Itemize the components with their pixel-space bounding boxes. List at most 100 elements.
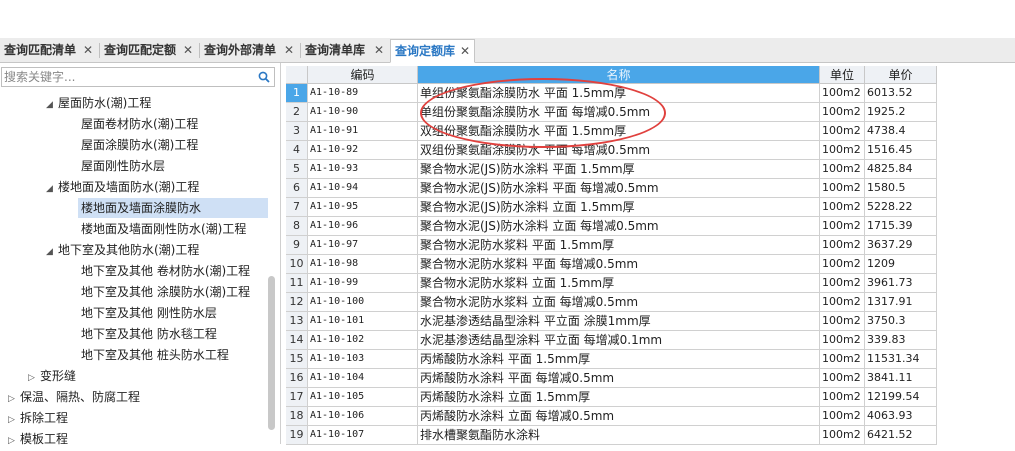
table-cell-code[interactable]: A1-10-101 [308, 312, 418, 331]
table-cell-no[interactable]: 2 [286, 103, 308, 122]
table-cell-code[interactable]: A1-10-106 [308, 407, 418, 426]
collapsed-arrow-icon[interactable]: ▷ [8, 431, 20, 451]
table-cell-price[interactable]: 6421.52 [865, 426, 937, 445]
tree-node-floor-wall-rigid[interactable]: 楼地面及墙面刚性防水(潮)工程 [81, 219, 246, 239]
table-cell-unit[interactable]: 100m2 [820, 426, 865, 445]
table-cell-price[interactable]: 11531.34 [865, 350, 937, 369]
close-icon[interactable]: ✕ [284, 39, 294, 62]
table-cell-unit[interactable]: 100m2 [820, 141, 865, 160]
tab-bill-library[interactable]: 查询清单库 ✕ [301, 39, 388, 62]
collapsed-arrow-icon[interactable]: ▷ [8, 389, 20, 409]
table-cell-name[interactable]: 丙烯酸防水涂料 平面 每增减0.5mm [418, 369, 820, 388]
table-cell-unit[interactable]: 100m2 [820, 369, 865, 388]
table-cell-code[interactable]: A1-10-97 [308, 236, 418, 255]
table-cell-price[interactable]: 3841.11 [865, 369, 937, 388]
table-cell-unit[interactable]: 100m2 [820, 198, 865, 217]
close-icon[interactable]: ✕ [183, 39, 193, 62]
tree-node-floor-wall-waterproof[interactable]: ◢ 楼地面及墙面防水(潮)工程 [46, 177, 199, 197]
table-cell-code[interactable]: A1-10-99 [308, 274, 418, 293]
table-cell-no[interactable]: 12 [286, 293, 308, 312]
table-cell-price[interactable]: 3637.29 [865, 236, 937, 255]
table-cell-name[interactable]: 丙烯酸防水涂料 立面 1.5mm厚 [418, 388, 820, 407]
table-cell-code[interactable]: A1-10-90 [308, 103, 418, 122]
table-cell-code[interactable]: A1-10-100 [308, 293, 418, 312]
table-cell-unit[interactable]: 100m2 [820, 255, 865, 274]
table-cell-name[interactable]: 排水槽聚氨酯防水涂料 [418, 426, 820, 445]
table-cell-name[interactable]: 丙烯酸防水涂料 立面 每增减0.5mm [418, 407, 820, 426]
collapsed-arrow-icon[interactable]: ▷ [28, 368, 40, 388]
search-input[interactable] [2, 68, 244, 85]
table-cell-price[interactable]: 6013.52 [865, 84, 937, 103]
table-cell-name[interactable]: 聚合物水泥防水浆料 立面 每增减0.5mm [418, 293, 820, 312]
table-cell-name[interactable]: 聚合物水泥(JS)防水涂料 平面 每增减0.5mm [418, 179, 820, 198]
column-header-code[interactable]: 编码 [308, 66, 418, 84]
table-cell-code[interactable]: A1-10-94 [308, 179, 418, 198]
tree-node-roof-waterproof[interactable]: ◢ 屋面防水(潮)工程 [46, 93, 151, 113]
table-cell-unit[interactable]: 100m2 [820, 312, 865, 331]
table-cell-price[interactable]: 1317.91 [865, 293, 937, 312]
table-cell-name[interactable]: 丙烯酸防水涂料 平面 1.5mm厚 [418, 350, 820, 369]
table-cell-no[interactable]: 18 [286, 407, 308, 426]
table-cell-unit[interactable]: 100m2 [820, 236, 865, 255]
close-icon[interactable]: ✕ [460, 40, 470, 63]
table-cell-name[interactable]: 水泥基渗透结晶型涂料 平立面 涂膜1mm厚 [418, 312, 820, 331]
table-cell-name[interactable]: 双组份聚氨酯涂膜防水 平面 每增减0.5mm [418, 141, 820, 160]
table-cell-unit[interactable]: 100m2 [820, 331, 865, 350]
tree-node-roof-rigid[interactable]: 屋面刚性防水层 [81, 156, 165, 176]
column-header-price[interactable]: 单价 [865, 66, 937, 84]
table-cell-no[interactable]: 19 [286, 426, 308, 445]
table-cell-no[interactable]: 13 [286, 312, 308, 331]
tree-node-basement-rigid[interactable]: 地下室及其他 刚性防水层 [81, 303, 217, 323]
tree-node-basement-waterproof[interactable]: ◢ 地下室及其他防水(潮)工程 [46, 240, 199, 260]
expanded-arrow-icon[interactable]: ◢ [46, 179, 58, 199]
table-cell-name[interactable]: 水泥基渗透结晶型涂料 平立面 每增减0.1mm [418, 331, 820, 350]
table-cell-no[interactable]: 11 [286, 274, 308, 293]
table-cell-name[interactable]: 聚合物水泥防水浆料 平面 每增减0.5mm [418, 255, 820, 274]
table-cell-no[interactable]: 1 [286, 84, 308, 103]
table-cell-code[interactable]: A1-10-93 [308, 160, 418, 179]
tree-node-basement-coating[interactable]: 地下室及其他 涂膜防水(潮)工程 [81, 282, 250, 302]
tab-quota-library[interactable]: 查询定额库 ✕ [390, 39, 475, 63]
table-cell-price[interactable]: 339.83 [865, 331, 937, 350]
table-cell-unit[interactable]: 100m2 [820, 179, 865, 198]
table-cell-price[interactable]: 3961.73 [865, 274, 937, 293]
table-cell-no[interactable]: 4 [286, 141, 308, 160]
table-cell-no[interactable]: 6 [286, 179, 308, 198]
table-cell-name[interactable]: 聚合物水泥防水浆料 立面 1.5mm厚 [418, 274, 820, 293]
table-cell-no[interactable]: 7 [286, 198, 308, 217]
column-header-name[interactable]: 名称 [418, 66, 820, 84]
table-cell-no[interactable]: 10 [286, 255, 308, 274]
table-cell-unit[interactable]: 100m2 [820, 217, 865, 236]
tree-node-basement-pile-head[interactable]: 地下室及其他 桩头防水工程 [81, 345, 229, 365]
table-cell-price[interactable]: 5228.22 [865, 198, 937, 217]
table-cell-no[interactable]: 9 [286, 236, 308, 255]
expanded-arrow-icon[interactable]: ◢ [46, 242, 58, 262]
close-icon[interactable]: ✕ [83, 39, 93, 62]
table-cell-code[interactable]: A1-10-95 [308, 198, 418, 217]
expanded-arrow-icon[interactable]: ◢ [46, 95, 58, 115]
table-cell-unit[interactable]: 100m2 [820, 103, 865, 122]
table-cell-price[interactable]: 12199.54 [865, 388, 937, 407]
tree-node-deformation-joint[interactable]: ▷ 变形缝 [28, 366, 76, 386]
table-cell-unit[interactable]: 100m2 [820, 350, 865, 369]
tree-node-roof-membrane[interactable]: 屋面卷材防水(潮)工程 [81, 114, 198, 134]
table-cell-unit[interactable]: 100m2 [820, 274, 865, 293]
tree-node-insulation[interactable]: ▷ 保温、隔热、防腐工程 [8, 387, 140, 407]
table-cell-no[interactable]: 15 [286, 350, 308, 369]
table-cell-name[interactable]: 聚合物水泥(JS)防水涂料 立面 1.5mm厚 [418, 198, 820, 217]
collapsed-arrow-icon[interactable]: ▷ [8, 410, 20, 430]
table-cell-price[interactable]: 1516.45 [865, 141, 937, 160]
table-cell-name[interactable]: 聚合物水泥防水浆料 平面 1.5mm厚 [418, 236, 820, 255]
table-cell-unit[interactable]: 100m2 [820, 160, 865, 179]
tab-external-bill[interactable]: 查询外部清单 ✕ [200, 39, 298, 62]
table-cell-price[interactable]: 1580.5 [865, 179, 937, 198]
table-cell-name[interactable]: 聚合物水泥(JS)防水涂料 立面 每增减0.5mm [418, 217, 820, 236]
tree-node-roof-coating[interactable]: 屋面涂膜防水(潮)工程 [81, 135, 198, 155]
tree-node-formwork[interactable]: ▷ 模板工程 [8, 429, 68, 449]
table-cell-name[interactable]: 聚合物水泥(JS)防水涂料 平面 1.5mm厚 [418, 160, 820, 179]
table-cell-code[interactable]: A1-10-96 [308, 217, 418, 236]
table-cell-no[interactable]: 16 [286, 369, 308, 388]
tree-scrollbar[interactable] [268, 276, 275, 430]
table-cell-code[interactable]: A1-10-107 [308, 426, 418, 445]
table-cell-price[interactable]: 4825.84 [865, 160, 937, 179]
